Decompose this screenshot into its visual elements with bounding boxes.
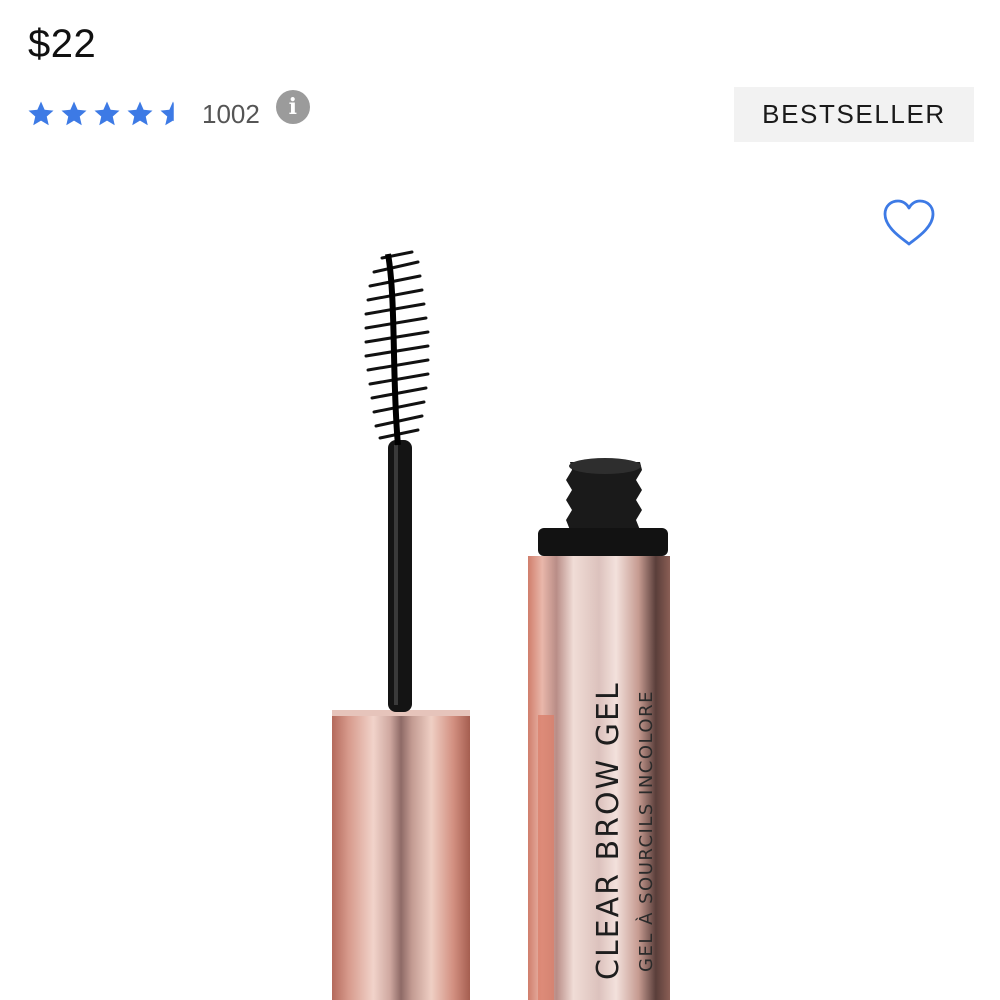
- star-rating[interactable]: [26, 99, 188, 129]
- review-count[interactable]: 1002: [202, 99, 260, 130]
- product-price: $22: [28, 22, 97, 66]
- product-image: CLEAR BROW GEL GEL À SOURCILS INCOLORE: [332, 250, 670, 1000]
- star-half-icon: [160, 101, 174, 126]
- rating-row: 1002 i: [26, 90, 310, 136]
- bestseller-badge: BESTSELLER: [734, 87, 974, 142]
- star-icon: [28, 101, 54, 126]
- product-label-sub: GEL À SOURCILS INCOLORE: [635, 690, 657, 972]
- star-icon: [61, 101, 87, 126]
- product-label-main: CLEAR BROW GEL: [591, 681, 626, 980]
- star-icon: [94, 101, 120, 126]
- info-icon[interactable]: i: [275, 90, 310, 124]
- star-icon: [127, 101, 153, 126]
- heart-outline-icon[interactable]: [881, 197, 937, 249]
